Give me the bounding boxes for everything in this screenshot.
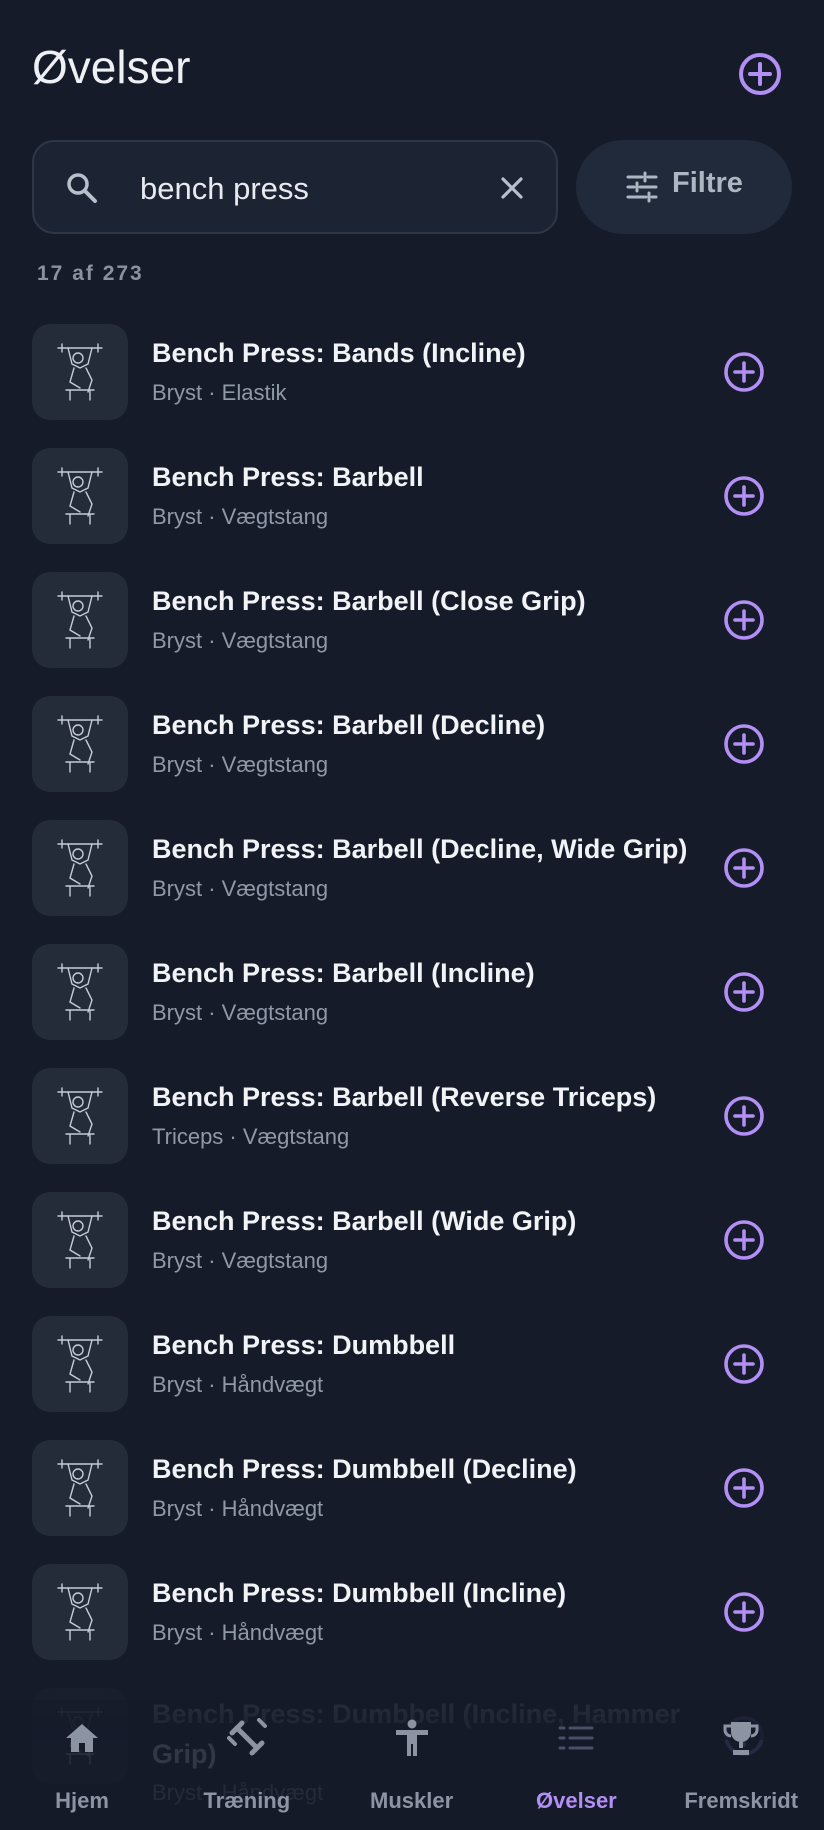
exercise-thumbnail bbox=[32, 944, 128, 1040]
exercise-name: Bench Press: Barbell (Wide Grip) bbox=[152, 1206, 577, 1236]
nav-item-2[interactable]: Muskler bbox=[330, 1700, 494, 1830]
page-title: Øvelser bbox=[32, 41, 191, 93]
nav-label: Hjem bbox=[55, 1788, 109, 1813]
nav-label: Øvelser bbox=[536, 1788, 617, 1813]
list-item[interactable]: Bench Press: Dumbbell (Incline) Bryst · H… bbox=[0, 1540, 824, 1664]
list-item[interactable]: Bench Press: Barbell (Close Grip) Bryst ·… bbox=[0, 548, 824, 672]
exercise-meta: Bryst · Elastik bbox=[152, 380, 287, 405]
list-item[interactable]: Bench Press: Barbell (Decline, Wide Grip… bbox=[0, 796, 824, 920]
add-to-workout-icon[interactable] bbox=[722, 846, 766, 890]
list-item[interactable]: Bench Press: Barbell (Decline) Bryst · Væ… bbox=[0, 672, 824, 796]
exercise-meta: Bryst · Håndvægt bbox=[152, 1372, 324, 1397]
exercise-name: Bench Press: Barbell (Decline) bbox=[152, 710, 546, 740]
exercise-name: Bench Press: Dumbbell bbox=[152, 1330, 456, 1360]
exercise-name: Bench Press: Dumbbell (Decline) bbox=[152, 1454, 577, 1484]
add-to-workout-icon[interactable] bbox=[722, 722, 766, 766]
exercise-thumbnail bbox=[32, 1192, 128, 1288]
exercise-meta: Bryst · Vægtstang bbox=[152, 752, 329, 777]
nav-label: Træning bbox=[203, 1788, 291, 1813]
exercise-name: Bench Press: Barbell (Incline) bbox=[152, 958, 535, 988]
exercise-thumbnail bbox=[32, 572, 128, 668]
body-icon bbox=[395, 1719, 428, 1756]
exercise-list: Bench Press: Bands (Incline) Bryst · Elas… bbox=[0, 300, 824, 1830]
add-exercise-icon[interactable] bbox=[736, 50, 784, 98]
app-header: Øvelser bbox=[0, 0, 824, 140]
exercise-thumbnail bbox=[32, 1316, 128, 1412]
list-item[interactable]: Bench Press: Bands (Incline) Bryst · Elas… bbox=[0, 300, 824, 424]
exercise-thumbnail bbox=[32, 1564, 128, 1660]
exercise-name: Bench Press: Bands (Incline) bbox=[152, 338, 526, 368]
exercise-name: Bench Press: Barbell bbox=[152, 462, 424, 492]
exercise-thumbnail bbox=[32, 1440, 128, 1536]
search-icon bbox=[67, 173, 97, 203]
nav-label: Muskler bbox=[370, 1788, 454, 1813]
add-to-workout-icon[interactable] bbox=[722, 1218, 766, 1262]
exercise-meta: Bryst · Håndvægt bbox=[152, 1496, 324, 1521]
exercise-meta: Bryst · Vægtstang bbox=[152, 628, 329, 653]
trophy-icon bbox=[723, 1722, 759, 1755]
home-icon bbox=[66, 1724, 98, 1752]
search-input[interactable] bbox=[138, 160, 502, 218]
list-item[interactable]: Bench Press: Dumbbell (Decline) Bryst · H… bbox=[0, 1416, 824, 1540]
search-field[interactable] bbox=[32, 140, 558, 234]
exercise-thumbnail bbox=[32, 820, 128, 916]
add-to-workout-icon[interactable] bbox=[722, 1590, 766, 1634]
add-to-workout-icon[interactable] bbox=[722, 598, 766, 642]
exercise-meta: Bryst · Vægtstang bbox=[152, 504, 329, 529]
exercise-thumbnail bbox=[32, 324, 128, 420]
add-to-workout-icon[interactable] bbox=[722, 970, 766, 1014]
nav-item-3[interactable]: Øvelser bbox=[494, 1700, 658, 1830]
exercise-meta: Bryst · Vægtstang bbox=[152, 1248, 329, 1273]
exercise-name: Bench Press: Barbell (Reverse Triceps) bbox=[152, 1082, 657, 1112]
exercise-meta: Bryst · Vægtstang bbox=[152, 1000, 329, 1025]
result-count: 17 af 273 bbox=[37, 262, 144, 285]
filter-label: Filtre bbox=[672, 167, 743, 199]
add-to-workout-icon[interactable] bbox=[722, 350, 766, 394]
sliders-icon bbox=[626, 171, 658, 203]
exercise-thumbnail bbox=[32, 1068, 128, 1164]
exercise-thumbnail bbox=[32, 448, 128, 544]
exercise-meta: Bryst · Håndvægt bbox=[152, 1620, 324, 1645]
nav-item-4[interactable]: Fremskridt bbox=[659, 1700, 823, 1830]
list-item[interactable]: Bench Press: Barbell Bryst · Vægtstang bbox=[0, 424, 824, 548]
list-item[interactable]: Bench Press: Barbell (Wide Grip) Bryst · … bbox=[0, 1168, 824, 1292]
exercise-meta: Bryst · Vægtstang bbox=[152, 876, 329, 901]
list-item[interactable]: Bench Press: Barbell (Reverse Triceps) Tr… bbox=[0, 1044, 824, 1168]
exercise-name: Bench Press: Barbell (Close Grip) bbox=[152, 586, 586, 616]
list-icon bbox=[558, 1726, 594, 1750]
add-to-workout-icon[interactable] bbox=[722, 1466, 766, 1510]
bottom-nav: Hjem Træning Muskler Øvelser Fremskridt bbox=[0, 1700, 824, 1830]
nav-label: Fremskridt bbox=[684, 1788, 799, 1813]
exercise-name: Bench Press: Barbell (Decline, Wide Grip… bbox=[152, 834, 688, 864]
add-to-workout-icon[interactable] bbox=[722, 474, 766, 518]
nav-item-1[interactable]: Træning bbox=[165, 1700, 329, 1830]
exercise-meta: Triceps · Vægtstang bbox=[152, 1124, 350, 1149]
filter-button[interactable]: Filtre bbox=[576, 140, 792, 234]
nav-item-0[interactable]: Hjem bbox=[0, 1700, 164, 1830]
exercise-name: Bench Press: Dumbbell (Incline) bbox=[152, 1578, 567, 1608]
add-to-workout-icon[interactable] bbox=[722, 1342, 766, 1386]
list-item[interactable]: Bench Press: Barbell (Incline) Bryst · Væ… bbox=[0, 920, 824, 1044]
exercise-thumbnail bbox=[32, 696, 128, 792]
clear-icon[interactable] bbox=[496, 172, 528, 204]
dumbbell-icon bbox=[226, 1718, 267, 1756]
add-to-workout-icon[interactable] bbox=[722, 1094, 766, 1138]
list-item[interactable]: Bench Press: Dumbbell Bryst · Håndvægt bbox=[0, 1292, 824, 1416]
